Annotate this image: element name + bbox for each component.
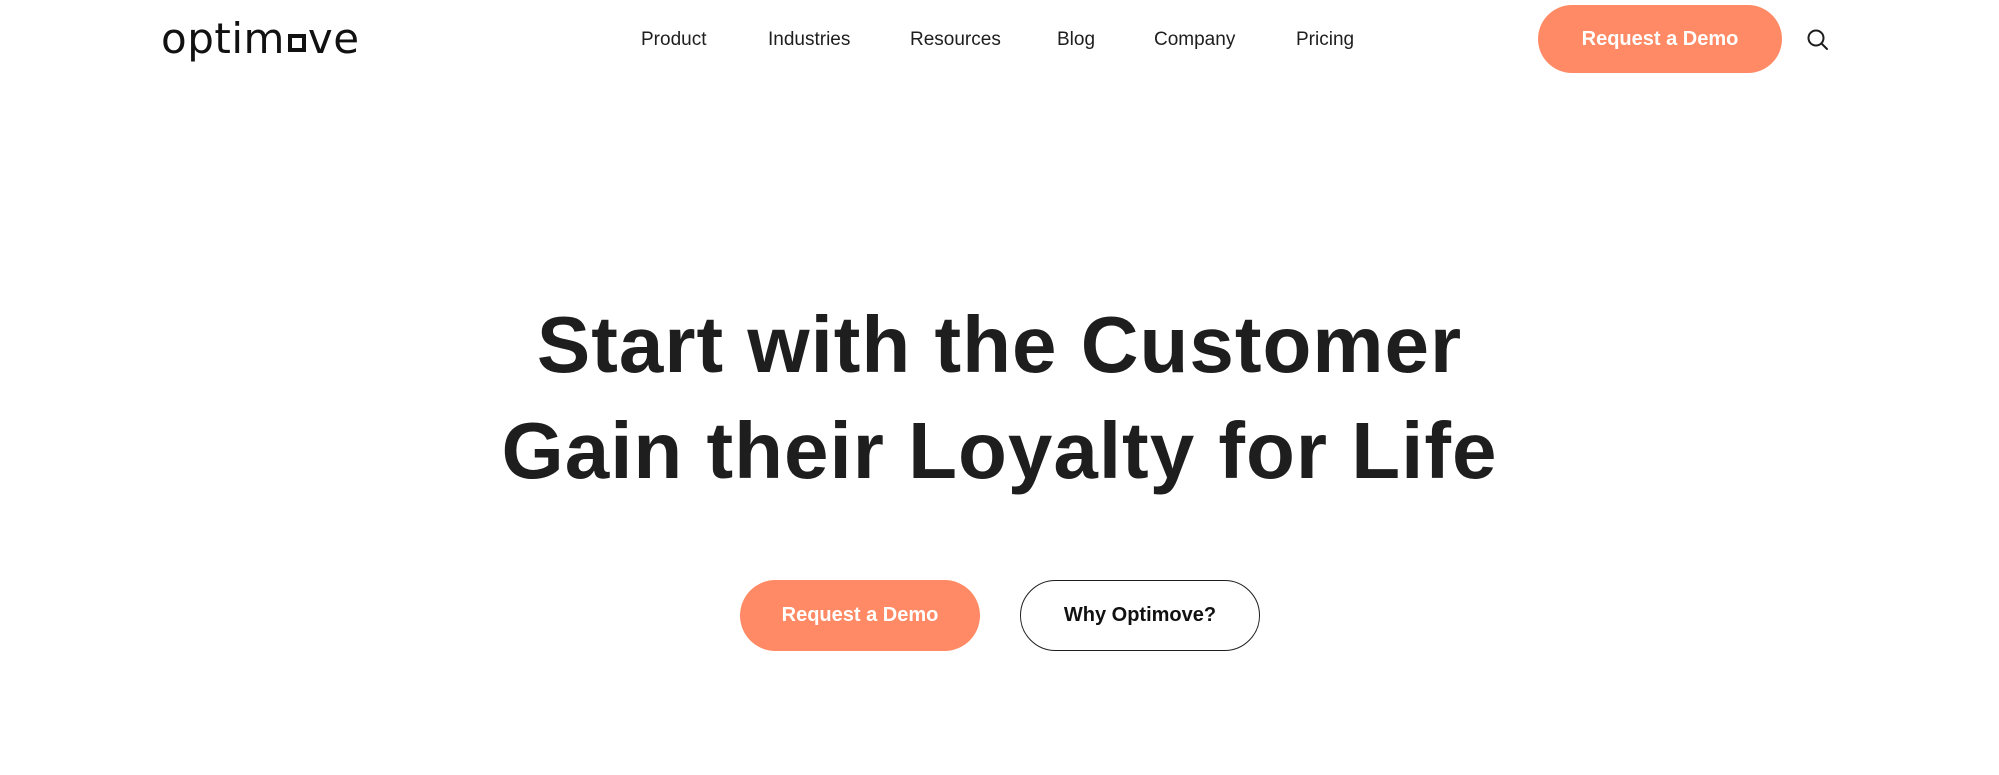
hero-title-line-1: Start with the Customer: [536, 300, 1463, 389]
why-optimove-button[interactable]: Why Optimove?: [1020, 580, 1260, 651]
search-icon: [1807, 29, 1828, 50]
nav-item-industries[interactable]: Industries: [768, 20, 850, 60]
nav-item-product[interactable]: Product: [641, 20, 706, 60]
hero-request-demo-button[interactable]: Request a Demo: [740, 580, 980, 651]
nav-item-company[interactable]: Company: [1154, 20, 1235, 60]
page: optim ve Product Industries Resources Blo…: [0, 0, 1999, 775]
search-button[interactable]: [1803, 25, 1833, 55]
hero-title: Start with the Customer Gain their Loyal…: [0, 292, 1999, 504]
nav-item-resources[interactable]: Resources: [910, 20, 1001, 60]
header-request-demo-button[interactable]: Request a Demo: [1538, 5, 1782, 73]
nav-item-pricing[interactable]: Pricing: [1296, 20, 1354, 60]
nav-item-blog[interactable]: Blog: [1057, 20, 1095, 60]
hero-title-line-2: Gain their Loyalty for Life: [501, 406, 1498, 495]
